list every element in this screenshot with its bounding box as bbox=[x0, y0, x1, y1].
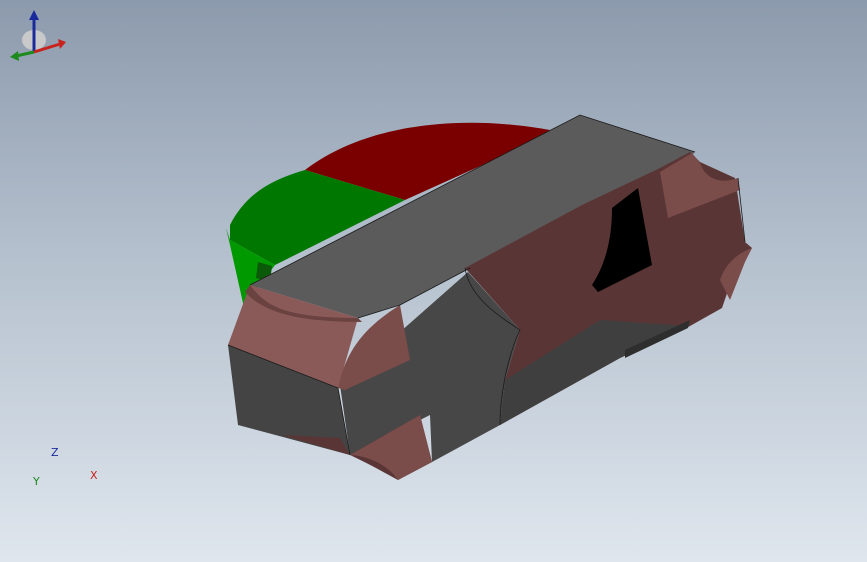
orientation-triad-icon[interactable] bbox=[0, 0, 80, 70]
axis-y-label: Y bbox=[33, 475, 40, 488]
3d-model[interactable] bbox=[0, 0, 867, 562]
axis-x-label: X bbox=[90, 469, 98, 482]
graphics-viewport[interactable]: Z X Y bbox=[0, 0, 867, 562]
axis-z-label: Z bbox=[51, 446, 59, 459]
